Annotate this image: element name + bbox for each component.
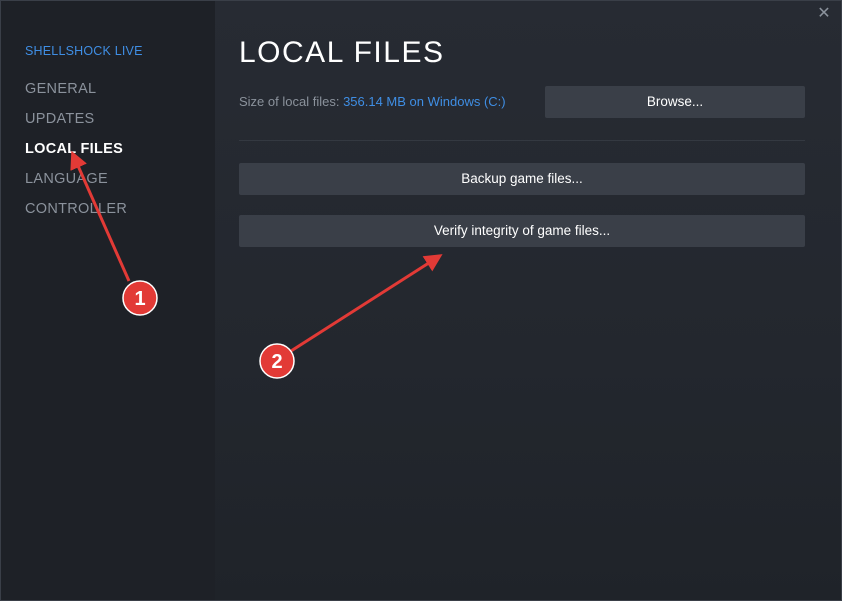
verify-integrity-button[interactable]: Verify integrity of game files... <box>239 215 805 247</box>
page-title: LOCAL FILES <box>239 36 445 69</box>
size-label: Size of local files: <box>239 94 340 109</box>
sidebar-item-updates[interactable]: UPDATES <box>25 111 95 127</box>
properties-window: SHELLSHOCK LIVE GENERAL UPDATES LOCAL FI… <box>0 0 842 601</box>
local-files-size: Size of local files: 356.14 MB on Window… <box>239 94 506 109</box>
sidebar-item-language[interactable]: LANGUAGE <box>25 171 108 187</box>
sidebar-item-controller[interactable]: CONTROLLER <box>25 201 127 217</box>
size-value: 356.14 MB on Windows (C:) <box>343 94 506 109</box>
close-icon[interactable]: ✕ <box>815 5 833 23</box>
sidebar-item-local-files[interactable]: LOCAL FILES <box>25 141 123 157</box>
annotation-arrow-2 <box>290 254 443 353</box>
divider <box>239 140 805 141</box>
annotation-number-2: 2 <box>271 351 282 373</box>
backup-game-files-button[interactable]: Backup game files... <box>239 163 805 195</box>
browse-button[interactable]: Browse... <box>545 86 805 118</box>
annotation-badge-2: 2 <box>259 343 295 379</box>
game-title: SHELLSHOCK LIVE <box>25 44 143 58</box>
sidebar-item-general[interactable]: GENERAL <box>25 81 96 97</box>
sidebar: SHELLSHOCK LIVE GENERAL UPDATES LOCAL FI… <box>1 1 215 600</box>
